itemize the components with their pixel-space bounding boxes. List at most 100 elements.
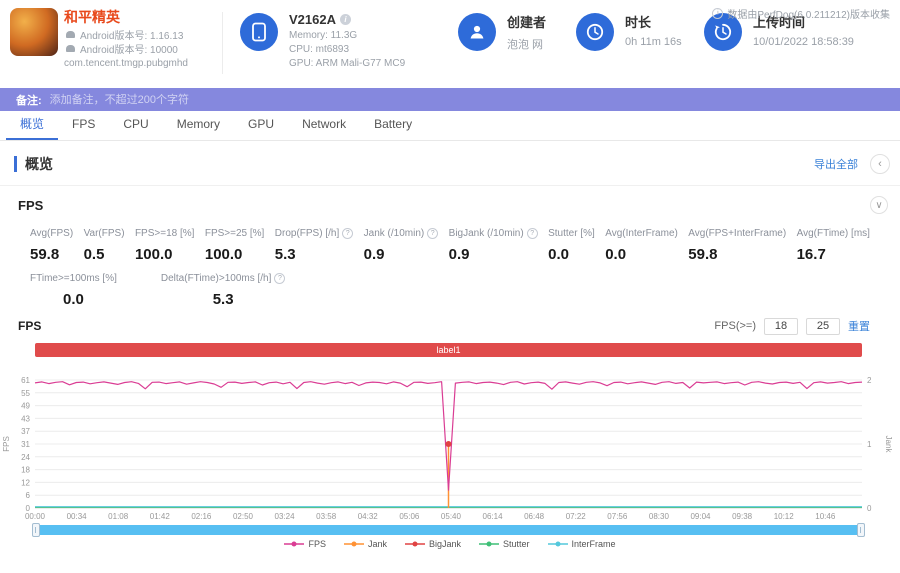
y-axis-title: FPS [2, 436, 11, 452]
metric-avg-fps-interframe: Avg(FPS+InterFrame) 59.8 [688, 228, 786, 263]
x-axis-tick-label: 05:06 [399, 512, 420, 521]
tab-gpu[interactable]: GPU [234, 111, 288, 140]
metric-value: 16.7 [796, 246, 826, 263]
metric-info-icon[interactable]: ? [526, 228, 538, 239]
y-axis-tick-label: 43 [21, 414, 30, 423]
chart-annotation-band: label1 [35, 343, 862, 357]
collapse-side-button[interactable]: ‹ [870, 154, 890, 174]
metric-label: Avg(FPS) [30, 228, 73, 239]
duration-value: 0h 11m 16s [625, 36, 682, 48]
header-divider [222, 12, 223, 74]
metric-label-text: FTime>=100ms [%] [30, 273, 117, 284]
fps-metrics-row-1: Avg(FPS) 59.8 Var(FPS) 0.5 FPS>=18 [%] 100.0 F… [30, 228, 870, 263]
duration-label: 时长 [625, 15, 652, 30]
overview-bar: 概览 导出全部 ‹ [14, 151, 890, 177]
x-axis-tick-label: 09:04 [690, 512, 711, 521]
x-axis-tick-label: 05:40 [441, 512, 462, 521]
jank-axis-tick-label: 0 [867, 504, 872, 513]
fps-chart-section: FPS FPS(>=) 重置 label1 615549433731241812… [0, 316, 900, 549]
zoom-handle-right[interactable] [857, 523, 865, 537]
metric-info-icon[interactable]: ? [427, 228, 439, 239]
chart-zoom-scrollbar[interactable] [32, 523, 865, 537]
collect-note: i 数据由PerfDog(6.0.211212)版本收集 [712, 6, 890, 21]
fps-metrics-row-2: FTime>=100ms [%] 0.0 Delta(FTime)>100ms [/… [30, 273, 870, 308]
metric-label-text: BigJank (/10min) [448, 228, 524, 239]
metric-label-text: Jank (/10min) [363, 228, 425, 239]
metric-fps-ge-18: FPS>=18 [%] 100.0 [135, 228, 194, 263]
tab-network[interactable]: Network [288, 111, 360, 140]
legend-item-jank[interactable]: Jank [343, 539, 387, 549]
collapse-panel-button[interactable]: ∨ [870, 196, 888, 214]
x-axis-tick-label: 03:58 [316, 512, 337, 521]
legend-item-fps[interactable]: FPS [284, 539, 326, 549]
metric-value: 0.9 [448, 246, 470, 263]
metric-label: Drop(FPS) [/h]? [275, 228, 354, 239]
user-icon [458, 13, 496, 51]
metric-label: Delta(FTime)>100ms [/h]? [161, 273, 286, 284]
metric-info-icon[interactable]: ? [342, 228, 354, 239]
metric-label: Avg(FPS+InterFrame) [688, 228, 786, 239]
fps-chart-head: FPS FPS(>=) 重置 [18, 316, 870, 336]
metric-value: 59.8 [688, 246, 718, 263]
reset-link[interactable]: 重置 [848, 318, 870, 334]
y-axis-tick-label: 24 [21, 453, 30, 462]
x-axis-tick-label: 01:08 [108, 512, 129, 521]
perfdog-version-icon: i [712, 8, 724, 19]
note-label: 备注: [16, 94, 42, 107]
note-input[interactable] [47, 92, 372, 107]
metric-big-jank: BigJank (/10min)? 0.9 [449, 228, 538, 263]
fps-panel-title: FPS [18, 197, 44, 213]
metric-label: FTime>=100ms [%] [30, 273, 117, 284]
metric-ftime-ge-100ms: FTime>=100ms [%] 0.0 [30, 273, 117, 308]
metric-label: Stutter [%] [548, 228, 595, 239]
legend-item-bigjank[interactable]: BigJank [404, 539, 461, 549]
metric-label: FPS>=18 [%] [135, 228, 194, 239]
metric-value: 0.0 [548, 246, 569, 263]
tab-battery[interactable]: Battery [360, 111, 426, 140]
legend-label: Stutter [503, 539, 530, 549]
jank-axis-title: Jank [884, 436, 893, 454]
metric-value: 100.0 [204, 246, 243, 263]
android-version-2: Android版本号: 10000 [80, 45, 178, 56]
metric-var-fps: Var(FPS) 0.5 [84, 228, 125, 263]
y-axis-tick-label: 18 [21, 466, 30, 475]
x-axis-tick-label: 08:30 [649, 512, 670, 521]
legend-label: Jank [367, 539, 387, 549]
fps-chart-title: FPS [18, 319, 42, 333]
android-icon [66, 31, 75, 38]
metric-info-icon[interactable]: ? [274, 273, 286, 284]
metric-label-text: Avg(FPS+InterFrame) [688, 228, 787, 239]
legend-item-interframe[interactable]: InterFrame [547, 539, 616, 549]
fps-threshold-input-1[interactable] [764, 317, 798, 335]
metric-label-text: FPS>=25 [%] [204, 228, 265, 239]
metric-delta-ftime-gt-100ms: Delta(FTime)>100ms [/h]? 5.3 [161, 273, 286, 308]
metric-label-text: Var(FPS) [83, 228, 125, 239]
x-axis-tick-label: 00:00 [25, 512, 46, 521]
metric-label: BigJank (/10min)? [449, 228, 538, 239]
metric-avg-fps: Avg(FPS) 59.8 [30, 228, 73, 263]
tab-cpu[interactable]: CPU [109, 111, 162, 140]
x-axis-tick-label: 07:22 [566, 512, 587, 521]
bigjank-marker [445, 441, 452, 447]
tab-overview[interactable]: 概览 [6, 111, 59, 140]
x-axis-tick-label: 06:14 [483, 512, 504, 521]
legend-item-stutter[interactable]: Stutter [479, 539, 530, 549]
legend-marker [284, 541, 305, 547]
fps-chart: 61554943373124181260210FPS Jank00:00 00:34… [2, 376, 893, 521]
android-version-row: Android版本号: 1.16.13 [66, 27, 183, 42]
export-all-link[interactable]: 导出全部 [814, 156, 858, 172]
fps-threshold-input-2[interactable] [806, 317, 840, 335]
device-info-icon[interactable]: i [339, 14, 351, 25]
metric-label: FPS>=25 [%] [205, 228, 264, 239]
metric-stutter: Stutter [%] 0.0 [548, 228, 595, 263]
tab-fps[interactable]: FPS [58, 111, 109, 140]
x-axis-tick-label: 06:48 [524, 512, 545, 521]
x-axis-tick-label: 00:34 [67, 512, 88, 521]
metric-avg-interframe: Avg(InterFrame) 0.0 [605, 228, 678, 263]
legend-marker [404, 541, 425, 547]
fps-threshold-label: FPS(>=) [714, 320, 756, 332]
metric-value: 0.0 [605, 246, 627, 263]
zoom-handle-left[interactable] [32, 523, 40, 537]
tab-memory[interactable]: Memory [163, 111, 234, 140]
device-model: V2162A [289, 12, 336, 27]
